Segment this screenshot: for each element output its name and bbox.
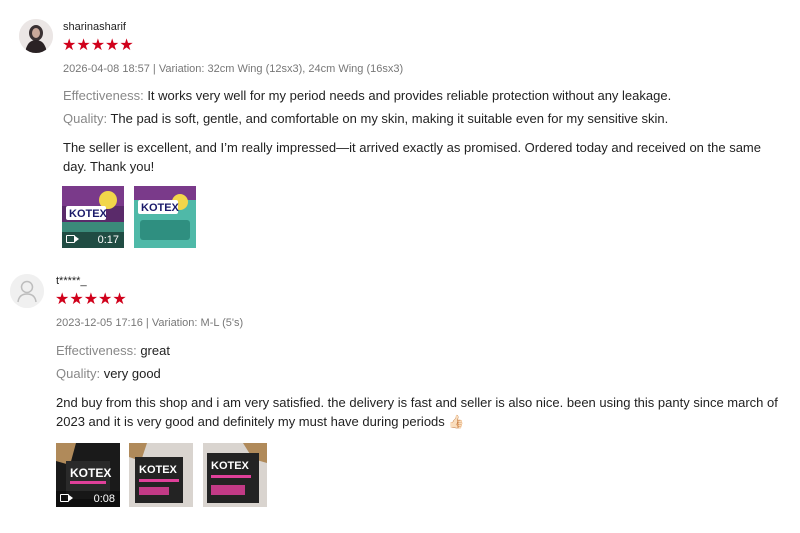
product-brand: KOTEX [211,460,250,472]
product-brand: KOTEX [70,466,111,480]
effectiveness-label: Effectiveness: [63,88,144,103]
review-item: sharinasharif ★★★★★ 2026-04-08 18:57 | V… [0,0,800,262]
quality-value: The pad is soft, gentle, and comfortable… [107,111,669,126]
product-brand: KOTEX [139,464,178,476]
product-brand: KOTEX [141,202,180,214]
quality-label: Quality: [56,366,101,381]
review-meta: 2026-04-08 18:57 | Variation: 32cm Wing … [63,63,404,75]
username[interactable]: sharinasharif [63,21,126,33]
avatar[interactable] [19,19,53,53]
video-overlay: 0:08 [56,491,120,507]
review-video-thumbnail[interactable]: KOTEX 0:08 [56,443,120,507]
review-image-thumbnail[interactable]: KOTEX [134,186,196,248]
review-item: t*****_ ★★★★★ 2023-12-05 17:16 | Variati… [0,262,800,533]
review-comment: 2nd buy from this shop and i am very sat… [56,395,778,429]
review-image-thumbnail[interactable]: KOTEX [203,443,267,507]
effectiveness-label: Effectiveness: [56,343,137,358]
effectiveness-value: It works very well for my period needs a… [143,88,672,103]
quality-value: very good [100,366,161,381]
review-comment: The seller is excellent, and I’m really … [63,140,761,174]
review-image-thumbnail[interactable]: KOTEX [129,443,193,507]
review-meta: 2023-12-05 17:16 | Variation: M-L (5's) [56,317,244,329]
video-duration: 0:17 [97,234,119,246]
quality-line: Quality: very good [56,365,161,383]
quality-line: Quality: The pad is soft, gentle, and co… [63,110,668,128]
review-video-thumbnail[interactable]: KOTEX 0:17 [62,186,124,248]
video-camera-icon [60,494,73,502]
product-brand: KOTEX [69,208,108,220]
video-camera-icon [66,235,79,243]
star-rating: ★★★★★ [62,37,134,54]
avatar[interactable] [10,274,44,308]
quality-label: Quality: [63,111,108,126]
username[interactable]: t*****_ [56,275,87,287]
effectiveness-line: Effectiveness: great [56,342,170,360]
star-rating: ★★★★★ [55,291,127,308]
video-overlay: 0:17 [62,232,124,248]
video-duration: 0:08 [93,493,115,505]
effectiveness-value: great [136,343,170,358]
effectiveness-line: Effectiveness: It works very well for my… [63,87,671,105]
